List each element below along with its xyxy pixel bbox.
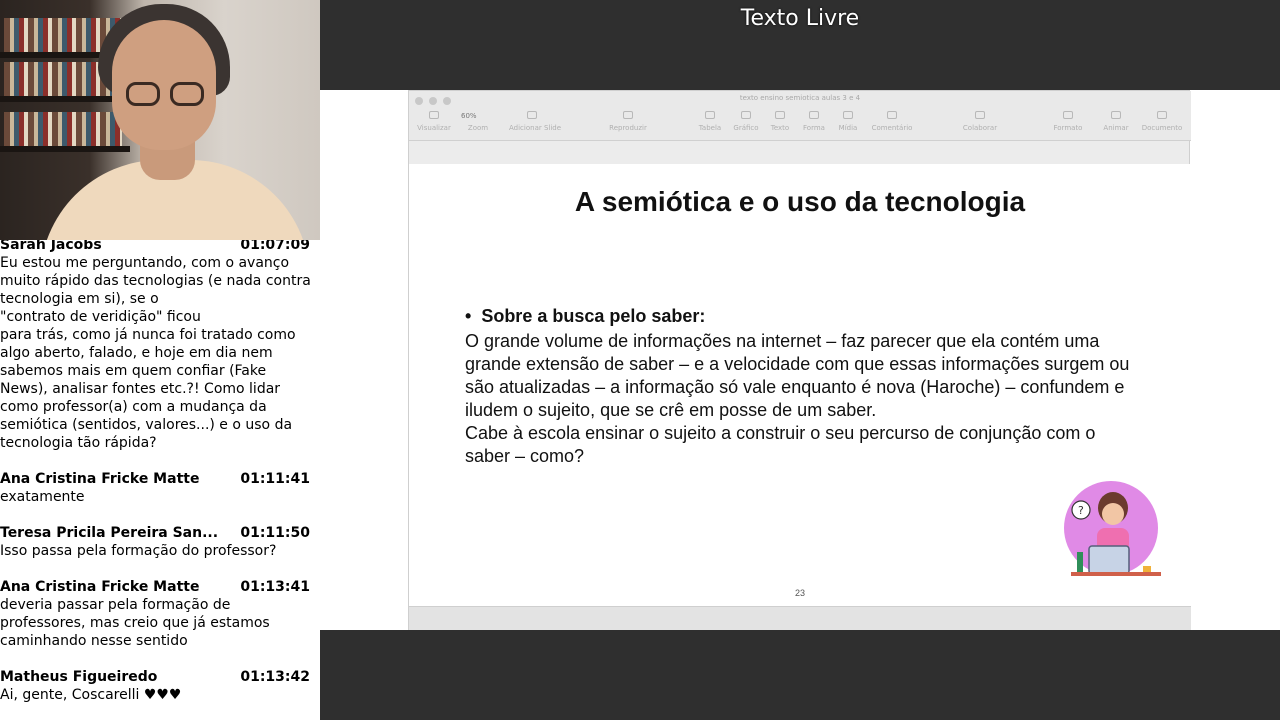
- chat-message: Ana Cristina Fricke Matte 01:11:41 exatam…: [0, 470, 320, 506]
- chat-text: Eu estou me perguntando, com o avanço mu…: [0, 255, 311, 451]
- chat-author: Ana Cristina Fricke Matte: [0, 579, 200, 595]
- slide-page-number: 23: [794, 588, 805, 598]
- bookshelf-shelf: [0, 96, 130, 102]
- bottom-bar: [320, 630, 1280, 720]
- chat-text: Isso passa pela formação do professor?: [0, 543, 277, 559]
- shape-icon: [809, 111, 819, 119]
- media-icon: [843, 111, 853, 119]
- window-bottom-strip: [409, 606, 1191, 630]
- toolbar-collaborate-button[interactable]: Colaborar: [957, 111, 1003, 132]
- text-icon: [775, 111, 785, 119]
- chat-timestamp: 01:11:41: [240, 471, 310, 487]
- toolbar-comment-button[interactable]: Comentário: [869, 111, 915, 132]
- animate-icon: [1111, 111, 1121, 119]
- chat-message: Ana Cristina Fricke Matte 01:13:41 deveri…: [0, 578, 320, 650]
- comment-icon: [887, 111, 897, 119]
- chat-panel[interactable]: Sarah Jacobs 01:07:09 Eu estou me pergunt…: [0, 240, 320, 720]
- chart-icon: [741, 111, 751, 119]
- format-icon: [1063, 111, 1073, 119]
- toolbar-view-button[interactable]: Visualizar: [411, 111, 457, 132]
- chat-text: exatamente: [0, 489, 85, 505]
- slide-canvas[interactable]: A semiótica e o uso da tecnologia • Sobr…: [409, 164, 1191, 606]
- toolbar-animate-button[interactable]: Animar: [1093, 111, 1139, 132]
- play-icon: [623, 111, 633, 119]
- toolbar-document-button[interactable]: Documento: [1139, 111, 1185, 132]
- room-title: Texto Livre: [740, 6, 860, 31]
- view-icon: [429, 111, 439, 119]
- chat-author: Matheus Figueiredo: [0, 669, 158, 685]
- keynote-toolbar: texto ensino semiotica aulas 3 e 4 60% V…: [409, 91, 1191, 141]
- collaborate-icon: [975, 111, 985, 119]
- toolbar-add-slide-button[interactable]: Adicionar Slide: [509, 111, 561, 132]
- keynote-window: texto ensino semiotica aulas 3 e 4 60% V…: [408, 90, 1191, 630]
- bookshelf-shelf: [0, 146, 130, 152]
- document-title: texto ensino semiotica aulas 3 e 4: [739, 94, 861, 102]
- slide-body-text: O grande volume de informações na intern…: [465, 331, 1130, 466]
- toolbar-zoom-button[interactable]: Zoom: [455, 111, 501, 132]
- bullet-heading-text: Sobre a busca pelo saber:: [481, 306, 706, 326]
- toolbar-media-button[interactable]: Mídia: [825, 111, 871, 132]
- chat-author: Teresa Pricila Pereira San...: [0, 525, 219, 541]
- chat-author: Sarah Jacobs: [0, 240, 102, 253]
- chat-text: Ai, gente, Coscarelli ♥♥♥: [0, 687, 182, 703]
- bullet-icon: •: [465, 306, 482, 326]
- toolbar-format-button[interactable]: Formato: [1045, 111, 1091, 132]
- chat-timestamp: 01:11:50: [240, 525, 310, 541]
- table-icon: [705, 111, 715, 119]
- webcam-video: [0, 0, 320, 240]
- speaker-glasses: [126, 82, 206, 106]
- chat-timestamp: 01:13:41: [240, 579, 310, 595]
- title-bar: Texto Livre: [320, 0, 1280, 90]
- toolbar-play-button[interactable]: Reproduzir: [605, 111, 651, 132]
- slide-bullet-heading: • Sobre a busca pelo saber:: [465, 306, 705, 327]
- chat-timestamp: 01:07:09: [240, 240, 310, 253]
- document-icon: [1157, 111, 1167, 119]
- chat-author: Ana Cristina Fricke Matte: [0, 471, 200, 487]
- chat-message: Matheus Figueiredo 01:13:42 Ai, gente, Co…: [0, 668, 320, 704]
- chat-message: Teresa Pricila Pereira San... 01:11:50 Is…: [0, 524, 320, 560]
- chat-message: Sarah Jacobs 01:07:09 Eu estou me pergunt…: [0, 240, 320, 452]
- chat-timestamp: 01:13:42: [240, 669, 310, 685]
- bookshelf-books: [4, 112, 122, 146]
- screen-share: texto ensino semiotica aulas 3 e 4 60% V…: [320, 90, 1280, 630]
- slide-title: A semiótica e o uso da tecnologia: [574, 186, 1026, 217]
- add-slide-icon: [527, 111, 537, 119]
- woman-laptop-illustration: ?: [1064, 481, 1161, 576]
- svg-text:?: ?: [1078, 504, 1084, 517]
- chat-text: deveria passar pela formação de professo…: [0, 597, 270, 649]
